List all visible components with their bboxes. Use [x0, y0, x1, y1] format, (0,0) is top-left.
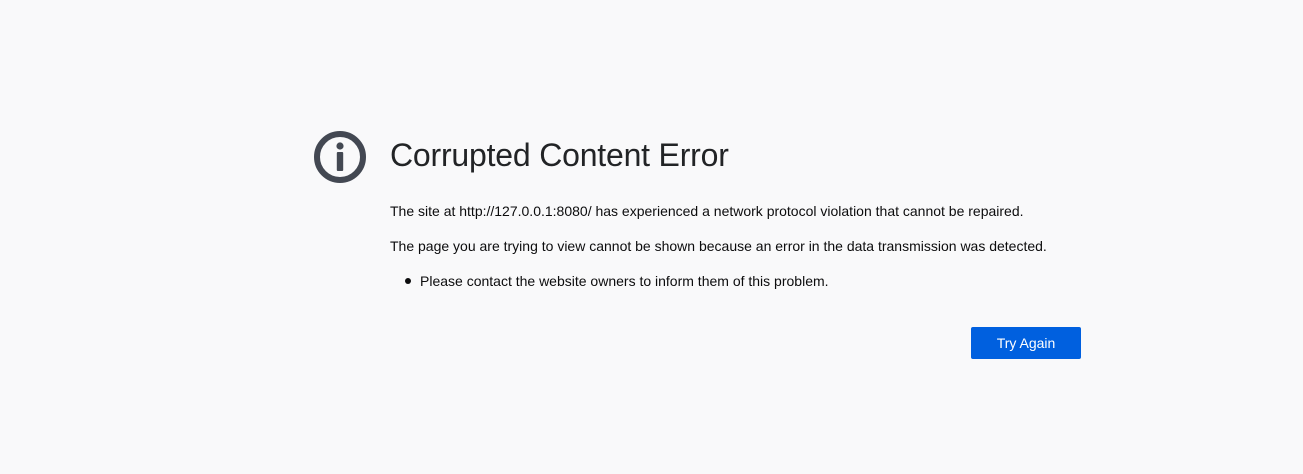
- suggestion-text: Please contact the website owners to inf…: [420, 273, 829, 289]
- error-content: Corrupted Content Error The site at http…: [390, 134, 1090, 290]
- error-page: Corrupted Content Error The site at http…: [0, 0, 1303, 474]
- suggestion-item: Please contact the website owners to inf…: [390, 272, 1090, 290]
- error-description: The site at http://127.0.0.1:8080/ has e…: [390, 203, 1024, 219]
- info-icon: [313, 130, 367, 184]
- error-title: Corrupted Content Error: [390, 137, 729, 173]
- suggestion-list: Please contact the website owners to inf…: [390, 272, 1090, 290]
- try-again-button[interactable]: Try Again: [971, 327, 1081, 359]
- bullet-icon: [405, 278, 411, 284]
- error-detail: The page you are trying to view cannot b…: [390, 238, 1047, 254]
